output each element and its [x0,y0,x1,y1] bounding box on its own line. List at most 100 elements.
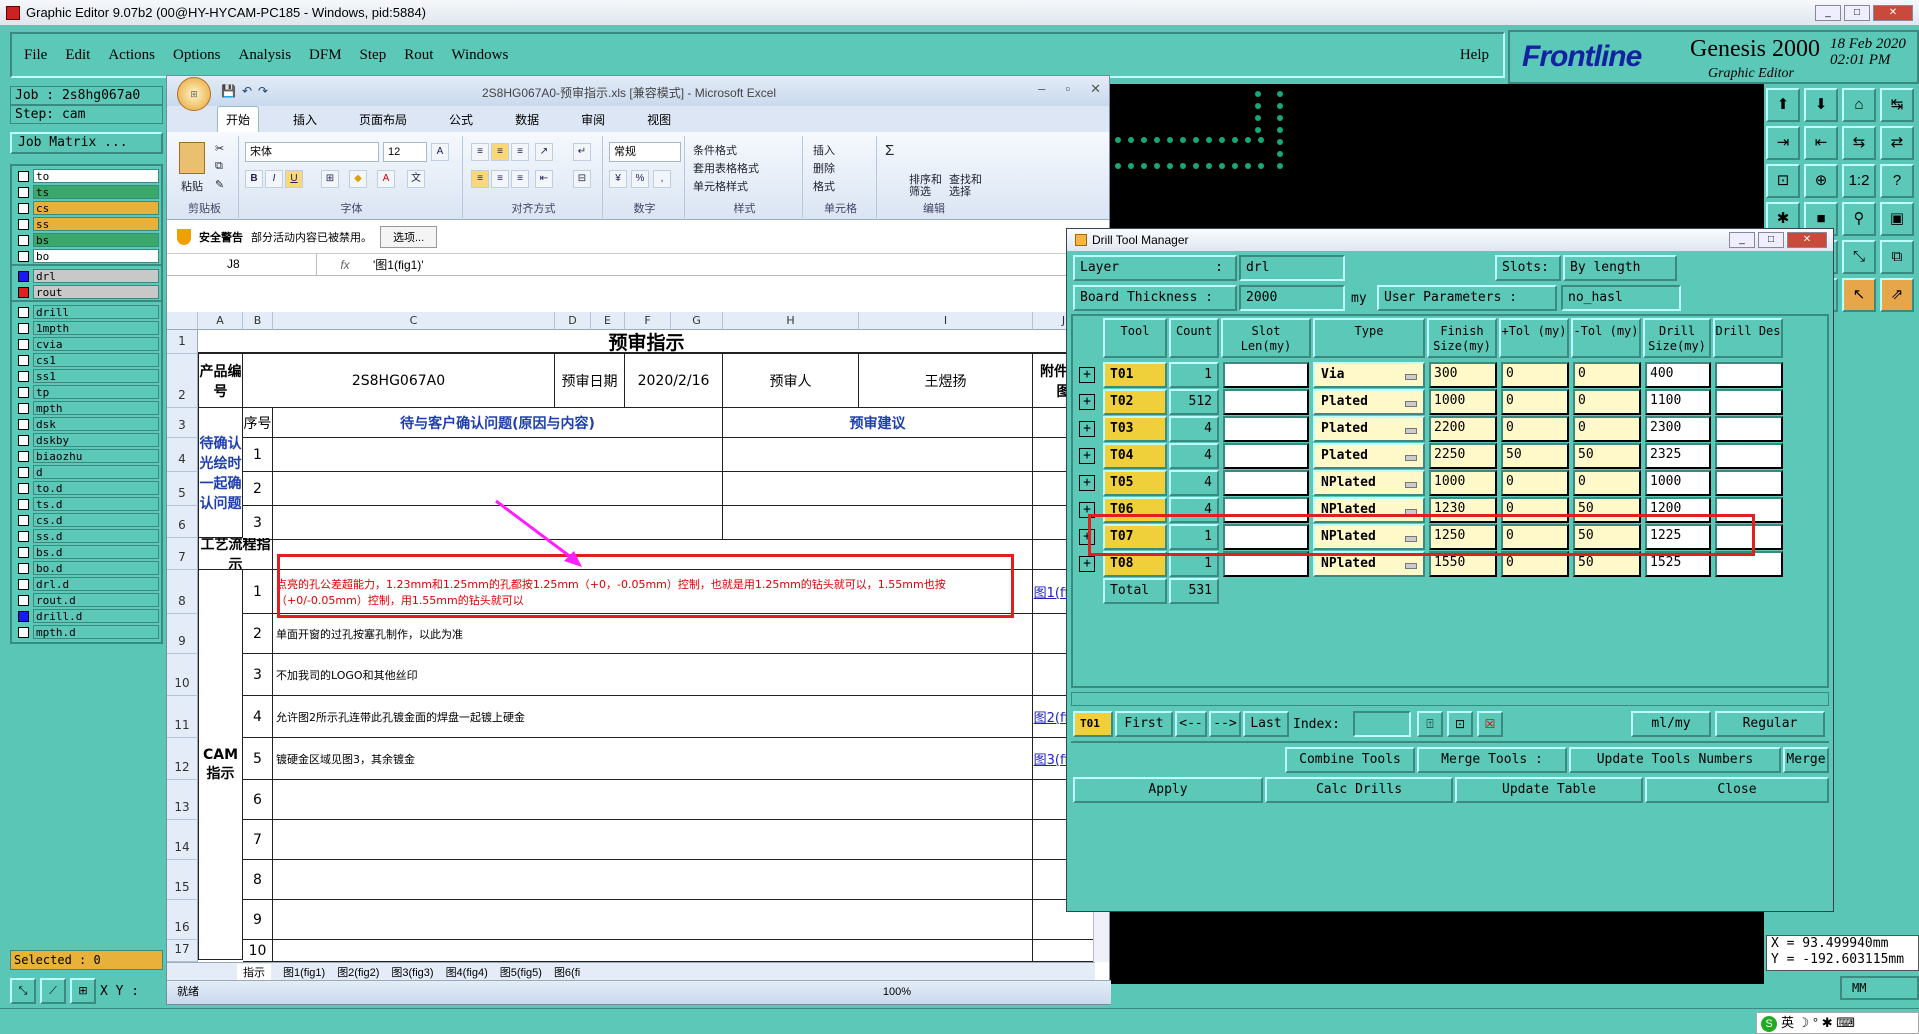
redo-icon[interactable]: ↷ [258,84,268,98]
cam-seq-cell[interactable]: 2 [243,614,273,654]
find-select-button[interactable]: 查找和选择 [949,174,985,198]
align-right-icon[interactable]: ≡ [511,170,529,188]
layer-row[interactable]: ss1 [14,368,159,384]
align-left-icon[interactable]: ≡ [471,170,489,188]
layer-row[interactable]: to [14,168,159,184]
layer-row[interactable]: tp [14,384,159,400]
layer-row[interactable]: bo.d [14,560,159,576]
column-header[interactable]: H [723,312,859,330]
window-icon[interactable]: ▣ [1880,202,1914,236]
reviewer-value[interactable]: 王煜扬 [859,354,1033,408]
dtm-close-icon[interactable]: ✕ [1787,232,1827,248]
ribbon-tab[interactable]: 审阅 [573,107,613,132]
units-selector[interactable]: MM [1840,976,1919,1000]
minus-tol-input[interactable]: 50 [1573,443,1641,469]
sheet-tab[interactable]: 指示 [237,963,271,980]
layer-checkbox[interactable] [18,610,29,622]
undo-icon[interactable]: ↶ [242,84,252,98]
row-header[interactable]: 14 [167,820,198,860]
layer-row[interactable]: biaozhu [14,448,159,464]
select-icon[interactable]: ⊡ [1447,711,1473,737]
layer-checkbox[interactable] [18,626,29,638]
minus-tol-input[interactable]: 0 [1573,362,1641,388]
conditional-format-button[interactable]: 条件格式 [693,142,737,158]
pan-icon[interactable]: ↹ [1880,88,1914,122]
tool-type-select[interactable]: NPlated [1313,470,1425,496]
align-center-icon[interactable]: ≡ [491,170,509,188]
combine-tools-button[interactable]: Combine Tools [1285,747,1415,773]
excel-minimize[interactable]: – [1038,81,1045,97]
next-button[interactable]: --> [1209,711,1241,737]
layer-row[interactable]: drill.d [14,608,159,624]
format-painter-icon[interactable]: ✎ [215,178,224,191]
finish-size-input[interactable]: 1000 [1429,389,1497,415]
merge-cells-icon[interactable]: ⊟ [573,170,591,188]
fit-icon[interactable]: ⊡ [1766,164,1800,198]
swap2-icon[interactable]: ⇄ [1880,126,1914,160]
board-thickness-input[interactable]: 2000 [1239,285,1345,311]
paste-icon[interactable] [179,142,205,174]
layer-checkbox[interactable] [18,450,29,462]
ribbon-tab[interactable]: 公式 [441,107,481,132]
plus-tol-input[interactable]: 0 [1501,416,1569,442]
column-header[interactable]: G [671,312,723,330]
menu-edit[interactable]: Edit [65,47,90,64]
align-top-icon[interactable]: ≡ [471,143,489,161]
cam-instruction-cell[interactable]: 不加我司的LOGO和其他丝印 [273,654,1033,696]
wrap-text-icon[interactable]: ↵ [573,143,591,161]
search-icon[interactable]: ⍐ [1417,711,1443,737]
sheet-tab[interactable]: 图4(fig4) [446,964,488,980]
suggestion-header[interactable]: 预审建议 [723,408,1033,438]
slot-length-input[interactable] [1223,362,1309,388]
tool-type-select[interactable]: Plated [1313,416,1425,442]
expand-icon[interactable]: + [1079,475,1095,491]
review-date-label[interactable]: 预审日期 [555,354,625,408]
layer-field[interactable]: drl [1239,255,1345,281]
cam-instruction-cell[interactable] [273,860,1033,900]
layer-checkbox[interactable] [18,466,29,478]
slot-length-input[interactable] [1223,389,1309,415]
expand-icon[interactable]: + [1079,421,1095,437]
number-format-select[interactable]: 常规 [609,142,681,162]
help-icon[interactable]: ? [1880,164,1914,198]
layer-checkbox[interactable] [18,170,29,182]
sum-icon[interactable]: Σ [885,142,894,159]
column-header[interactable]: F [625,312,671,330]
finish-size-input[interactable]: 2250 [1429,443,1497,469]
layer-checkbox[interactable] [18,306,29,318]
finish-size-input[interactable]: 300 [1429,362,1497,388]
layer-checkbox[interactable] [18,354,29,366]
paste-button[interactable]: 粘贴 [181,178,203,194]
layer-row[interactable]: drl [14,268,159,284]
cell-style-button[interactable]: 单元格样式 [693,178,748,194]
process-label[interactable]: 工艺流程指示 [198,538,273,570]
cam-instruction-cell[interactable]: 允许图2所示孔连带此孔镀金面的焊盘一起镀上硬金 [273,696,1033,738]
seq-label[interactable]: 序号 [243,408,273,438]
copy-icon[interactable]: ⧉ [1880,240,1914,274]
layer-checkbox[interactable] [18,530,29,542]
slots-select[interactable]: By length [1563,255,1677,281]
close-button[interactable]: ✕ [1873,5,1913,21]
cam-seq-cell[interactable]: 10 [243,940,273,962]
row-header[interactable]: 11 [167,696,198,738]
minus-tol-input[interactable]: 0 [1573,416,1641,442]
layer-checkbox[interactable] [18,202,29,214]
cam-instruction-cell[interactable]: 镀硬金区域见图3，其余镀金 [273,738,1033,780]
layer-row[interactable]: cs.d [14,512,159,528]
fill-color-icon[interactable]: ◆ [349,170,367,188]
row-header[interactable]: 8 [167,570,198,614]
layer-row[interactable]: bo [14,248,159,264]
layer-checkbox[interactable] [18,578,29,590]
layer-checkbox[interactable] [18,218,29,230]
row-header[interactable]: 1 [167,330,198,354]
row-header[interactable]: 16 [167,900,198,940]
layer-row[interactable]: rout.d [14,592,159,608]
drill-des-input[interactable] [1715,443,1783,469]
row-header[interactable]: 6 [167,506,198,538]
tool-type-select[interactable]: Plated [1313,443,1425,469]
home-icon[interactable]: ⌂ [1842,88,1876,122]
percent-icon[interactable]: % [631,170,649,188]
slot-length-input[interactable] [1223,470,1309,496]
phonetic-icon[interactable]: 文 [407,170,425,188]
plus-tol-input[interactable]: 0 [1501,389,1569,415]
